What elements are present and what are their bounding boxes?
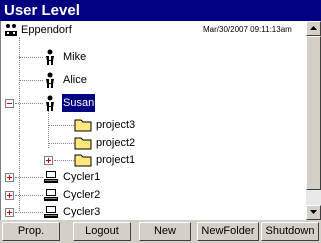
tree-root[interactable]: Eppendorf Mar/30/2007 09:11:13am: [1, 21, 306, 39]
tree-item-folder[interactable]: project2: [1, 134, 201, 152]
expand-icon[interactable]: [5, 208, 14, 217]
expand-icon[interactable]: [5, 191, 14, 200]
tree-root-label[interactable]: Eppendorf: [21, 21, 72, 39]
arrow-down-icon: [310, 210, 317, 214]
computer-icon: [44, 206, 58, 218]
expand-icon[interactable]: [5, 173, 14, 182]
folder-icon: [74, 119, 92, 132]
tree-connector: [15, 103, 43, 104]
tree-connector: [19, 57, 43, 58]
tree-connector: [15, 212, 43, 213]
tree-item-label[interactable]: Cycler2: [63, 186, 100, 204]
tree-connector: [48, 125, 74, 126]
tree-item-label[interactable]: Cycler3: [63, 203, 100, 220]
tree-item-folder[interactable]: project3: [1, 116, 201, 134]
tree-connector: [54, 160, 74, 161]
scroll-up-button[interactable]: [306, 21, 321, 36]
computer-icon: [44, 189, 58, 201]
tree-item-cycler[interactable]: Cycler3: [1, 203, 201, 220]
window-title: User Level: [0, 0, 321, 21]
newfolder-button[interactable]: NewFolder: [197, 222, 259, 241]
tree-connector: [19, 80, 43, 81]
tree-item-cycler[interactable]: Cycler1: [1, 168, 201, 186]
scroll-down-button[interactable]: [306, 205, 321, 220]
shutdown-button[interactable]: Shutdown: [261, 222, 319, 241]
tree-connector: [48, 143, 74, 144]
tree-item-label[interactable]: Susan: [62, 94, 96, 112]
user-tree[interactable]: Eppendorf Mar/30/2007 09:11:13am Mike Al…: [0, 21, 306, 220]
folder-icon: [74, 137, 92, 150]
computer-icon: [44, 171, 58, 183]
tree-item-cycler[interactable]: Cycler2: [1, 186, 201, 204]
tree-item-label[interactable]: project2: [96, 134, 135, 152]
tree-item-user-selected[interactable]: Susan: [1, 94, 201, 112]
logout-button[interactable]: Logout: [73, 222, 131, 241]
tree-item-label[interactable]: Cycler1: [63, 168, 100, 186]
tree-item-label[interactable]: project3: [96, 116, 135, 134]
vertical-scrollbar[interactable]: [306, 21, 321, 220]
tree-item-label[interactable]: Mike: [63, 48, 86, 66]
collapse-icon[interactable]: [5, 99, 14, 108]
tree-connector: [15, 195, 43, 196]
tree-item-label[interactable]: project1: [96, 151, 135, 169]
tree-item-folder[interactable]: project1: [1, 151, 201, 169]
users-group-icon: [5, 24, 17, 36]
tree-item-label[interactable]: Alice: [63, 71, 87, 89]
user-icon: [46, 49, 54, 65]
folder-icon: [74, 154, 92, 167]
tree-connector: [15, 177, 43, 178]
new-button[interactable]: New: [139, 222, 191, 241]
tree-item-user[interactable]: Mike: [1, 48, 201, 66]
user-icon: [46, 95, 54, 111]
prop-button[interactable]: Prop.: [2, 222, 60, 241]
arrow-up-icon: [310, 26, 317, 30]
timestamp: Mar/30/2007 09:11:13am: [203, 25, 292, 34]
button-bar: Prop. Logout New NewFolder Shutdown: [0, 220, 321, 243]
expand-icon[interactable]: [44, 156, 53, 165]
scroll-thumb[interactable]: [306, 36, 321, 190]
tree-item-user[interactable]: Alice: [1, 71, 201, 89]
user-icon: [46, 72, 54, 88]
